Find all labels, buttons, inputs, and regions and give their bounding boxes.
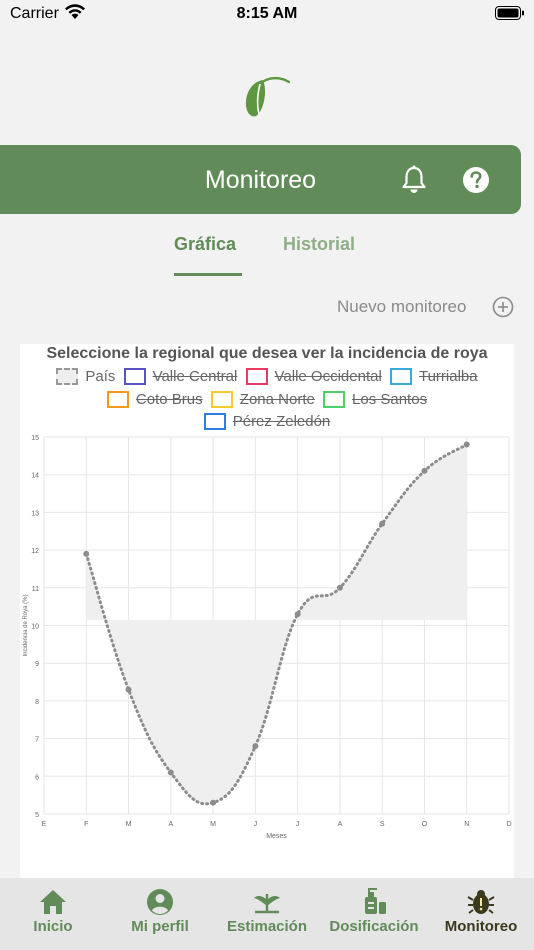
nav-label: Estimación	[226, 918, 308, 935]
new-monitoring-link[interactable]: Nuevo monitoreo	[337, 297, 466, 317]
x-tick-label: N	[464, 821, 469, 828]
x-tick-label: M	[210, 821, 216, 828]
tab-historial[interactable]: Historial	[283, 234, 355, 255]
sprayer-icon	[365, 888, 386, 914]
y-tick-label: 10	[31, 624, 39, 631]
legend-label: Pérez Zeledón	[232, 413, 331, 430]
active-tab-indicator	[174, 273, 242, 276]
x-tick-label: S	[380, 821, 385, 828]
legend-item-los-santos[interactable]: Los Santos	[323, 391, 427, 408]
x-axis-title: Meses	[266, 833, 287, 840]
nav-label: Monitoreo	[444, 918, 518, 935]
legend-swatch	[245, 368, 268, 385]
legend-item-pais[interactable]: País	[56, 368, 115, 385]
bug-icon	[467, 890, 495, 914]
legend-label: Valle Occidental	[274, 368, 382, 385]
x-tick-label: A	[338, 821, 343, 828]
nav-inicio[interactable]: Inicio	[18, 888, 88, 935]
data-point	[252, 743, 259, 750]
data-point	[336, 584, 343, 591]
add-circle-icon[interactable]	[492, 296, 514, 318]
y-tick-label: 14	[31, 473, 39, 480]
legend-swatch	[323, 391, 346, 408]
status-time: 8:15 AM	[236, 5, 298, 22]
nav-estimacion[interactable]: Estimación	[222, 888, 312, 935]
x-tick-label: E	[42, 821, 47, 828]
legend-item-zona-norte[interactable]: Zona Norte	[210, 391, 315, 408]
x-tick-label: F	[84, 821, 88, 828]
y-tick-label: 15	[31, 435, 39, 442]
legend-label: País	[85, 368, 116, 385]
incidence-line-chart: 5 6 7 8 9 10 11 12 13 14 15 E F M A M J J A S O N D Meses Incide…	[23, 435, 512, 840]
battery-icon	[495, 6, 524, 20]
data-point	[210, 799, 217, 806]
data-point	[379, 520, 386, 527]
leaf-logo-icon	[245, 76, 291, 117]
x-tick-label: O	[422, 821, 428, 828]
legend-item-valle-central[interactable]: Valle Central	[123, 368, 238, 385]
nav-mi-perfil[interactable]: Mi perfil	[120, 888, 200, 935]
x-tick-label: D	[506, 821, 511, 828]
series-area-fill	[86, 444, 467, 804]
legend-swatch	[106, 391, 129, 408]
x-tick-label: J	[296, 821, 300, 828]
x-tick-label: M	[126, 821, 132, 828]
legend-label: Zona Norte	[239, 391, 315, 408]
legend-label: Turrialba	[418, 368, 478, 385]
nav-label: Dosificación	[329, 918, 419, 935]
chart-title: Seleccione la regional que desea ver la …	[46, 345, 488, 362]
y-tick-label: 9	[35, 661, 39, 668]
legend-item-perez-zeledon[interactable]: Pérez Zeledón	[203, 413, 331, 430]
tab-grafica[interactable]: Gráfica	[174, 234, 236, 255]
legend-label: Coto Brus	[135, 391, 203, 408]
bell-icon[interactable]	[400, 165, 428, 195]
nav-monitoreo[interactable]: Monitoreo	[436, 888, 526, 935]
y-axis-title: Incidencia de Roya (%)	[23, 594, 29, 656]
legend-item-turrialba[interactable]: Turrialba	[389, 368, 478, 385]
y-tick-label: 11	[32, 586, 39, 593]
legend-swatch	[389, 368, 412, 385]
legend-row-1: País Valle Central Valle Occidental Turr…	[20, 368, 514, 389]
data-point	[294, 611, 301, 618]
nav-label: Mi perfil	[131, 918, 189, 935]
page-title: Monitoreo	[204, 166, 317, 194]
help-icon[interactable]	[462, 166, 490, 194]
y-tick-label: 8	[35, 699, 39, 706]
plant-icon	[254, 894, 280, 914]
y-tick-label: 12	[31, 548, 39, 555]
data-point	[463, 441, 470, 448]
y-tick-label: 7	[35, 737, 39, 744]
y-tick-label: 13	[31, 510, 39, 517]
legend-swatch	[210, 391, 233, 408]
legend-label: Los Santos	[352, 391, 428, 408]
y-tick-label: 5	[35, 812, 39, 819]
data-point	[83, 550, 90, 557]
nav-label: Inicio	[33, 918, 73, 935]
home-icon	[40, 890, 66, 914]
y-tick-label: 6	[35, 774, 39, 781]
legend-row-2: Coto Brus Zona Norte Los Santos	[20, 391, 514, 412]
data-point	[125, 686, 132, 693]
legend-swatch	[203, 413, 226, 430]
user-circle-icon	[147, 889, 173, 915]
data-point	[421, 467, 428, 474]
legend-item-valle-occidental[interactable]: Valle Occidental	[245, 368, 382, 385]
legend-item-coto-brus[interactable]: Coto Brus	[106, 391, 203, 408]
legend-swatch	[123, 368, 146, 385]
x-tick-label: J	[254, 821, 258, 828]
legend-label: Valle Central	[152, 368, 238, 385]
legend-swatch	[56, 368, 79, 385]
nav-dosificacion[interactable]: Dosificación	[326, 888, 422, 935]
data-point	[167, 769, 174, 776]
x-tick-label: A	[168, 821, 173, 828]
